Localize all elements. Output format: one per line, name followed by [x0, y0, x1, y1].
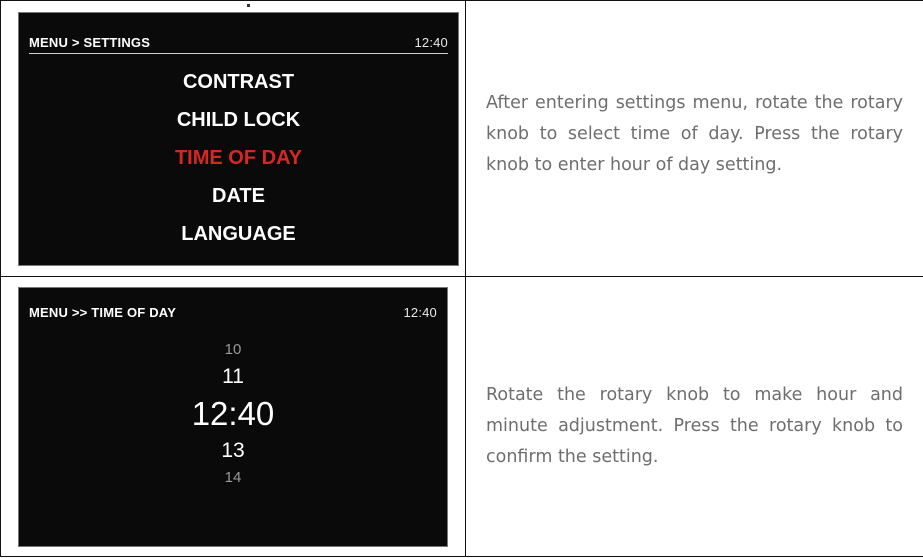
screen-header: MENU > SETTINGS 12:40: [29, 35, 448, 53]
screen-clock: 12:40: [414, 34, 448, 50]
settings-menu-screen: MENU > SETTINGS 12:40 CONTRAST CHILD LOC…: [18, 11, 459, 266]
time-value-next: 13: [221, 438, 245, 462]
screen-header: MENU >> TIME OF DAY 12:40: [29, 305, 437, 323]
text-cell: After entering settings menu, rotate the…: [465, 0, 923, 277]
menu-item-language: LANGUAGE: [181, 222, 296, 245]
text-cell: Rotate the rotary knob to make hour and …: [465, 276, 923, 557]
table-row: MENU > SETTINGS 12:40 CONTRAST CHILD LOC…: [0, 0, 923, 277]
screen-title: MENU >> TIME OF DAY: [29, 304, 177, 320]
menu-item-contrast: CONTRAST: [182, 70, 295, 93]
step-caption: After entering settings menu, rotate the…: [486, 93, 903, 175]
screen-clock: 12:40: [403, 304, 437, 320]
time-value-list: 10 11 12:40 13 14: [19, 338, 447, 490]
time-value-previous-2: 10: [224, 340, 242, 358]
menu-item-child-lock: CHILD LOCK: [176, 108, 301, 131]
menu-item-time-of-day: TIME OF DAY: [174, 146, 303, 169]
time-value-next-2: 14: [224, 468, 242, 486]
image-cell: MENU > SETTINGS 12:40 CONTRAST CHILD LOC…: [0, 0, 466, 277]
settings-menu-list: CONTRAST CHILD LOCK TIME OF DAY DATE LAN…: [19, 63, 458, 253]
time-value-previous: 11: [222, 364, 244, 388]
step-caption: Rotate the rotary knob to make hour and …: [486, 385, 903, 467]
screen-title: MENU > SETTINGS: [29, 34, 151, 50]
instruction-table: MENU > SETTINGS 12:40 CONTRAST CHILD LOC…: [0, 0, 923, 557]
menu-item-date: DATE: [212, 184, 265, 207]
time-value-current: 12:40: [191, 394, 275, 432]
table-row: MENU >> TIME OF DAY 12:40 10 11 12:40 13…: [0, 276, 923, 557]
image-cell: MENU >> TIME OF DAY 12:40 10 11 12:40 13…: [0, 276, 466, 557]
time-of-day-screen: MENU >> TIME OF DAY 12:40 10 11 12:40 13…: [18, 286, 448, 547]
header-divider: [29, 52, 448, 54]
